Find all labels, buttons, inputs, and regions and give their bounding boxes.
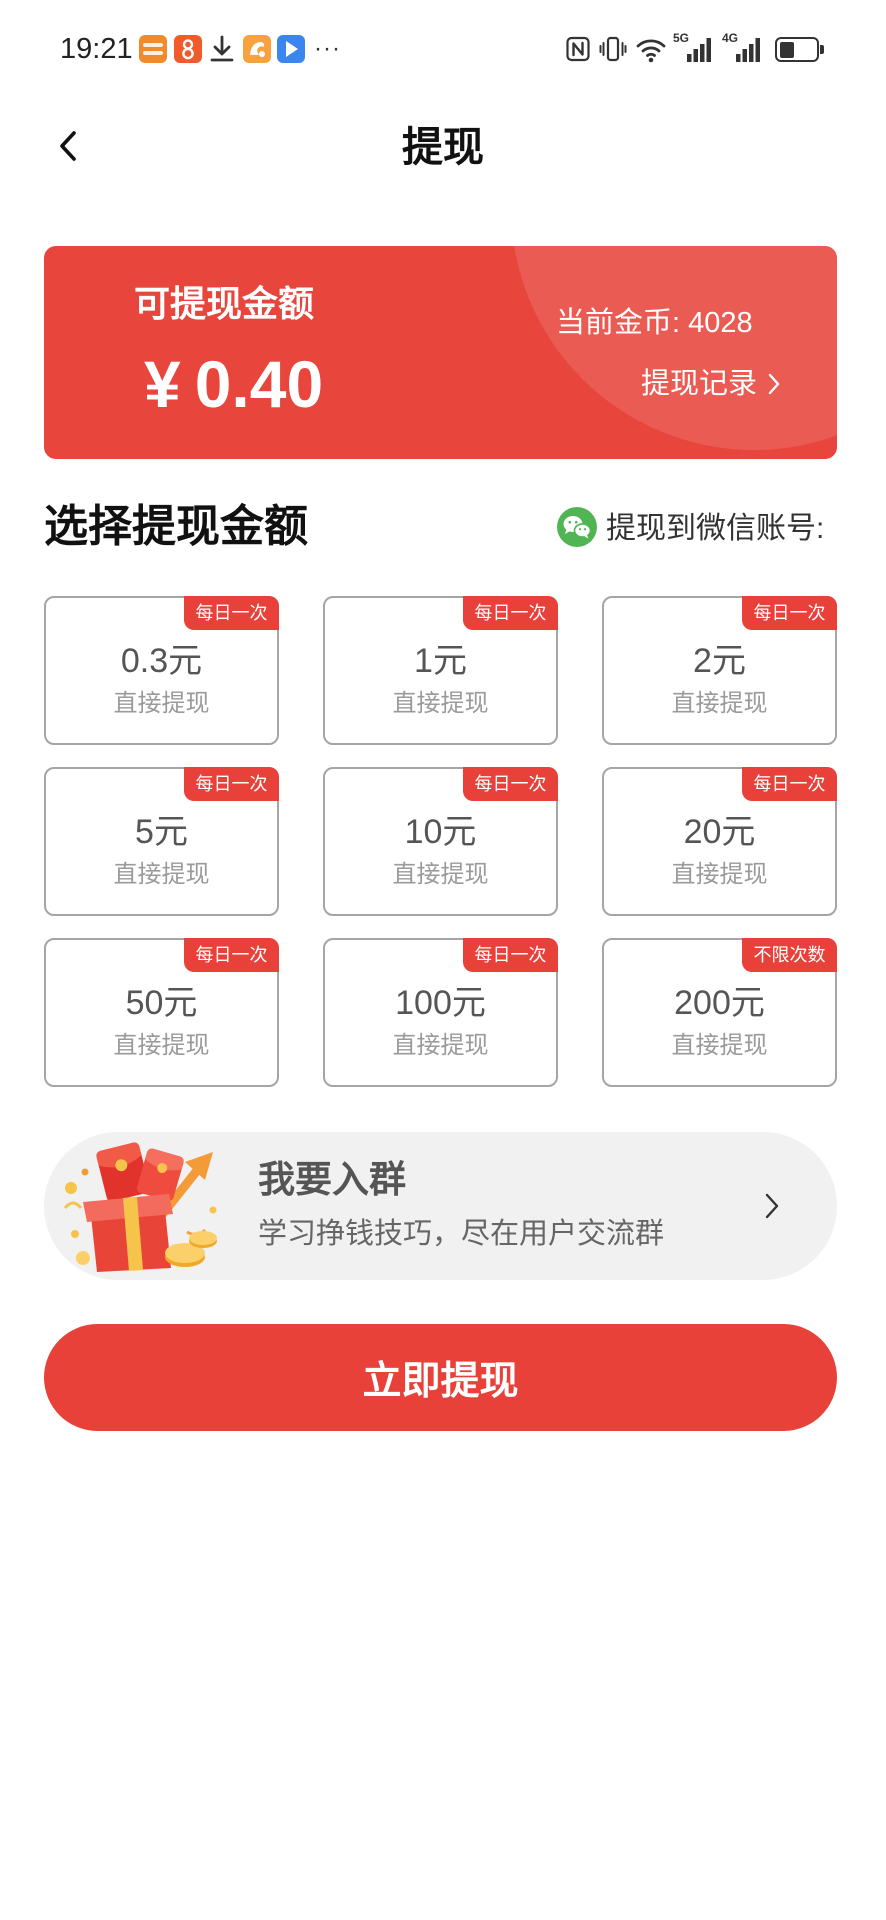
option-amount-unit: 元	[711, 642, 746, 680]
banner-subtitle: 学习挣钱技巧，尽在用户交流群	[258, 1218, 665, 1250]
option-amount: 50元	[46, 983, 277, 1023]
status-bar: 19:21 ··· 5G 4G	[0, 0, 886, 96]
battery-icon	[775, 37, 824, 62]
option-amount: 10元	[325, 812, 556, 852]
option-subtitle: 直接提现	[392, 861, 489, 888]
join-group-banner[interactable]: 我要入群 学习挣钱技巧，尽在用户交流群	[44, 1132, 837, 1280]
option-amount-unit: 元	[163, 984, 198, 1022]
wifi-icon	[636, 39, 666, 63]
battery-level	[779, 41, 794, 58]
nfc-icon	[566, 36, 590, 62]
amount-option[interactable]: 每日一次 10元 直接提现	[323, 767, 558, 916]
amount-option[interactable]: 每日一次 2元 直接提现	[602, 596, 837, 745]
option-badge: 不限次数	[742, 938, 837, 972]
option-subtitle: 直接提现	[392, 690, 489, 717]
option-amount-value: 2	[693, 642, 712, 680]
option-subtitle: 直接提现	[113, 690, 210, 717]
option-subtitle: 直接提现	[113, 861, 210, 888]
signal-icon: 4G	[722, 32, 764, 64]
amount-option[interactable]: 每日一次 0.3元 直接提现	[44, 596, 279, 745]
option-amount-unit: 元	[451, 984, 486, 1022]
option-amount-value: 0.3	[120, 642, 169, 680]
option-badge: 每日一次	[184, 767, 279, 801]
current-coins: 当前金币: 4028	[556, 307, 753, 339]
option-badge: 每日一次	[742, 767, 837, 801]
amount-option[interactable]: 每日一次 50元 直接提现	[44, 938, 279, 1087]
option-amount: 5元	[46, 812, 277, 852]
option-amount-value: 200	[674, 984, 731, 1022]
app-icon	[243, 35, 271, 63]
option-badge: 每日一次	[742, 596, 837, 630]
app-icon	[174, 35, 202, 63]
option-subtitle: 直接提现	[392, 1032, 489, 1059]
option-amount: 1元	[325, 641, 556, 681]
back-button[interactable]	[48, 125, 88, 167]
option-amount-unit: 元	[432, 642, 467, 680]
option-subtitle: 直接提现	[671, 861, 768, 888]
option-amount-value: 10	[404, 813, 443, 851]
amount-option[interactable]: 每日一次 100元 直接提现	[323, 938, 558, 1087]
option-amount-value: 100	[395, 984, 452, 1022]
amount-option[interactable]: 每日一次 1元 直接提现	[323, 596, 558, 745]
withdraw-now-button[interactable]: 立即提现	[44, 1324, 837, 1431]
amount-option[interactable]: 每日一次 5元 直接提现	[44, 767, 279, 916]
option-subtitle: 直接提现	[113, 1032, 210, 1059]
option-badge: 每日一次	[463, 767, 558, 801]
withdraw-record-link[interactable]: 提现记录	[641, 367, 781, 401]
section-title: 选择提现金额	[44, 501, 308, 552]
chevron-left-icon	[60, 131, 76, 161]
gift-icon	[63, 1142, 217, 1272]
currency-symbol: ¥	[144, 347, 181, 421]
amount-option[interactable]: 不限次数 200元 直接提现	[602, 938, 837, 1087]
option-amount-unit: 元	[168, 642, 203, 680]
option-amount: 0.3元	[46, 641, 277, 681]
banner-title: 我要入群	[258, 1158, 406, 1201]
option-amount-value: 20	[683, 813, 722, 851]
option-amount-unit: 元	[730, 984, 765, 1022]
option-amount-unit: 元	[442, 813, 477, 851]
wechat-account-label: 提现到微信账号:	[606, 512, 825, 545]
option-amount-unit: 元	[721, 813, 756, 851]
option-badge: 每日一次	[184, 596, 279, 630]
option-badge: 每日一次	[463, 596, 558, 630]
wechat-icon	[557, 507, 597, 547]
amount-option[interactable]: 每日一次 20元 直接提现	[602, 767, 837, 916]
page-title: 提现	[402, 123, 484, 171]
signal-icon: 5G	[673, 32, 715, 64]
status-time: 19:21	[60, 33, 133, 65]
withdraw-record-label: 提现记录	[641, 368, 758, 400]
option-subtitle: 直接提现	[671, 690, 768, 717]
app-icon	[139, 35, 167, 63]
app-icon	[277, 35, 305, 63]
option-badge: 每日一次	[184, 938, 279, 972]
card-decoration	[511, 246, 837, 450]
option-amount: 100元	[325, 983, 556, 1023]
download-icon	[210, 35, 234, 62]
option-amount: 20元	[604, 812, 835, 852]
option-badge: 每日一次	[463, 938, 558, 972]
balance-card: 可提现金额 ¥0.40 当前金币: 4028 提现记录	[44, 246, 837, 459]
option-subtitle: 直接提现	[671, 1032, 768, 1059]
option-amount: 2元	[604, 641, 835, 681]
option-amount: 200元	[604, 983, 835, 1023]
more-notifications: ···	[314, 35, 341, 62]
vibrate-icon	[599, 36, 627, 62]
option-amount-value: 50	[125, 984, 164, 1022]
option-amount-value: 1	[414, 642, 433, 680]
chevron-right-icon	[765, 1193, 779, 1219]
option-amount-unit: 元	[153, 813, 188, 851]
amount-value: 0.40	[194, 347, 324, 421]
amount-options: 每日一次 0.3元 直接提现 每日一次 1元 直接提现 每日一次 2元 直接提现…	[44, 596, 837, 1087]
chevron-right-icon	[768, 373, 780, 395]
option-amount-value: 5	[135, 813, 154, 851]
balance-label: 可提现金额	[134, 284, 315, 325]
balance-amount: ¥0.40	[144, 349, 323, 419]
